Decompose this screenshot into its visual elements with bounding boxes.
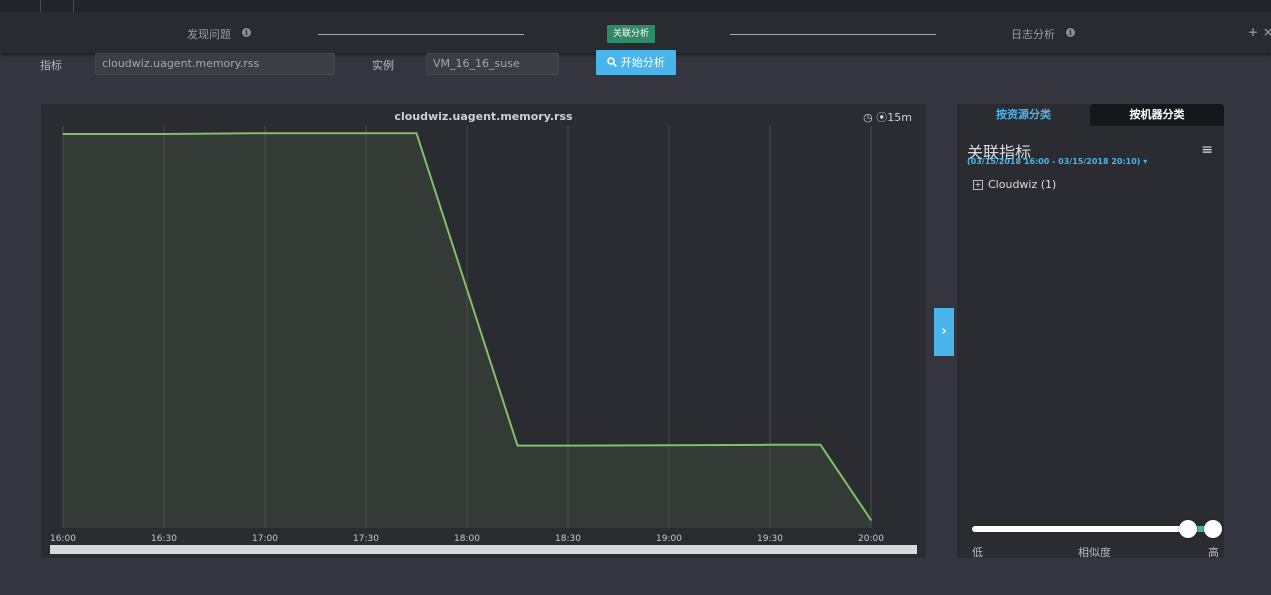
instance-input[interactable]: VM_16_16_suse — [426, 53, 559, 75]
step-connector — [730, 34, 936, 35]
x-tick-label: 19:30 — [757, 534, 783, 544]
tab-by-machine[interactable]: 按机器分类 — [1090, 104, 1224, 126]
search-icon — [607, 57, 618, 67]
data-point — [62, 133, 64, 135]
x-tick-label: 20:00 — [858, 534, 884, 544]
side-tabs: 按资源分类 按机器分类 — [957, 104, 1224, 126]
start-analysis-label: 开始分析 — [620, 56, 665, 69]
x-tick-label: 17:30 — [353, 534, 379, 544]
chart-title: cloudwiz.uagent.memory.rss — [394, 110, 573, 123]
slider-high-label: 高 — [1208, 546, 1219, 559]
metric-label: 指标 — [40, 59, 62, 72]
chart-area[interactable]: 16:00 16:30 17:00 17:30 18:00 18:30 19:00 19:30… — [41, 104, 926, 558]
x-tick-label: 17:00 — [252, 534, 278, 544]
tree-node-cloudwiz[interactable]: + Cloudwiz (1) — [973, 178, 1056, 191]
interval-icon[interactable]: ⦿ — [876, 111, 887, 124]
related-metrics-panel: 按资源分类 按机器分类 关联指标 (03/15/2018 16:00 - 03/… — [957, 104, 1224, 559]
data-point — [163, 133, 165, 135]
data-point — [819, 443, 822, 446]
data-point — [668, 444, 670, 446]
slider-mid-label: 相似度 — [1078, 546, 1111, 559]
info-icon[interactable]: i — [1066, 28, 1075, 37]
tree-node-label: Cloudwiz (1) — [988, 178, 1057, 191]
metric-input[interactable]: cloudwiz.uagent.memory.rss — [95, 53, 335, 75]
step-discover-label[interactable]: 发现问题 — [187, 26, 231, 42]
instance-label: 实例 — [372, 59, 394, 72]
similarity-slider-handle-high[interactable] — [1204, 520, 1222, 538]
clock-icon[interactable]: ◷ — [863, 111, 873, 124]
data-point — [365, 132, 367, 135]
x-tick-label: 18:00 — [454, 534, 480, 544]
chart-toolbar: ◷ ⦿15m — [863, 109, 912, 125]
data-point — [264, 132, 266, 135]
chart-panel: 16:00 16:30 17:00 17:30 18:00 18:30 19:00 19:30… — [41, 104, 926, 558]
info-icon[interactable]: i — [242, 28, 251, 37]
start-analysis-button[interactable]: 开始分析 — [596, 50, 676, 75]
time-range-text: (03/15/2018 16:00 - 03/15/2018 20:10) — [967, 157, 1141, 166]
similarity-slider-handle-low[interactable] — [1179, 520, 1197, 538]
step-log-label[interactable]: 日志分析 — [1011, 26, 1055, 42]
step-correlation-active[interactable]: 关联分析 — [607, 25, 655, 43]
close-icon[interactable]: × — [1263, 25, 1271, 39]
tab-by-resource[interactable]: 按资源分类 — [957, 104, 1090, 126]
data-point — [870, 519, 872, 521]
time-range-dropdown[interactable]: (03/15/2018 16:00 - 03/15/2018 20:10) ▾ — [967, 157, 1147, 166]
top-tab-strip — [0, 0, 1271, 12]
x-tick-label: 16:30 — [151, 534, 177, 544]
expand-plus-icon[interactable]: + — [973, 180, 983, 190]
slider-low-label: 低 — [972, 546, 983, 559]
similarity-slider-track[interactable] — [972, 526, 1214, 532]
chevron-right-icon: › — [941, 324, 947, 339]
x-tick-label: 19:00 — [656, 534, 682, 544]
expand-toggle-button[interactable]: › — [934, 308, 954, 356]
caret-down-icon: ▾ — [1143, 157, 1148, 166]
add-icon[interactable]: + — [1248, 25, 1258, 39]
x-tick-label: 16:00 — [50, 534, 76, 544]
chart-scrollbar[interactable] — [50, 545, 917, 554]
step-bar: 发现问题 i 关联分析 日志分析 i + × — [0, 12, 1271, 53]
interval-label[interactable]: 15m — [887, 111, 912, 124]
step-connector — [318, 34, 524, 35]
x-tick-label: 18:30 — [555, 534, 581, 544]
data-point — [567, 444, 569, 447]
data-point — [769, 443, 771, 446]
menu-icon[interactable]: ≡ — [1201, 142, 1213, 158]
data-point — [79, 133, 81, 135]
data-point — [415, 132, 418, 135]
top-tab[interactable] — [40, 0, 74, 12]
top-tab[interactable] — [0, 0, 41, 12]
data-point — [516, 444, 519, 447]
